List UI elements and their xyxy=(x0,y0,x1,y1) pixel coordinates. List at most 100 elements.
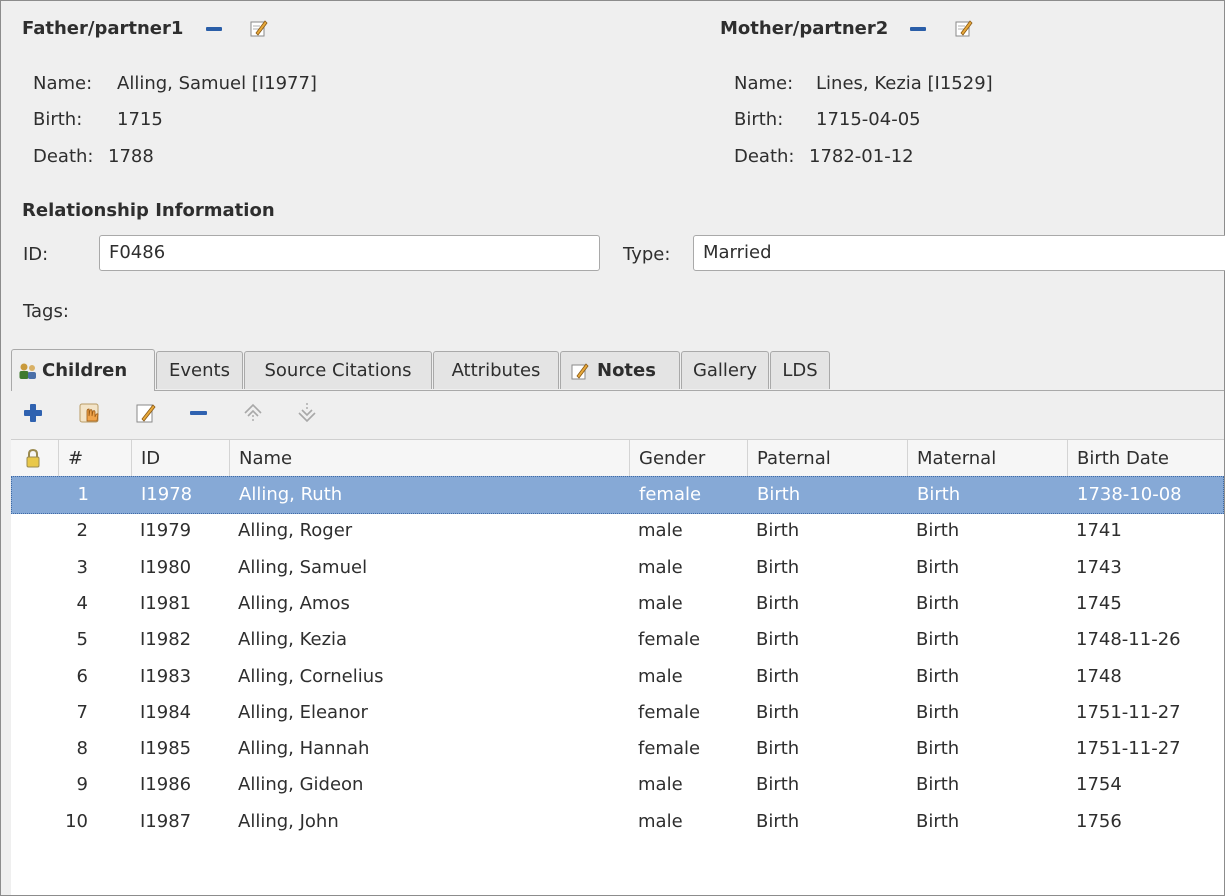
relationship-title: Relationship Information xyxy=(22,200,275,221)
cell-num: 1 xyxy=(77,484,89,505)
cell-maternal: Birth xyxy=(917,484,961,505)
remove-icon[interactable] xyxy=(187,401,211,425)
table-header: # ID Name Gender Paternal Maternal Birth… xyxy=(11,440,1224,477)
tab-children-label: Children xyxy=(42,360,128,381)
cell-birth: 1748 xyxy=(1076,665,1122,687)
edit-icon[interactable] xyxy=(134,401,158,425)
table-row[interactable]: 6 I1983 Alling, Cornelius male Birth Birth 174… xyxy=(11,658,1224,696)
tab-gallery-label: Gallery xyxy=(692,360,758,381)
tab-children[interactable]: Children xyxy=(11,349,155,391)
table-row[interactable]: 5 I1982 Alling, Kezia female Birth Birth 1748-… xyxy=(11,621,1224,659)
cell-maternal: Birth xyxy=(916,520,960,542)
type-field[interactable]: Married xyxy=(693,235,1225,271)
table-row[interactable]: 9 I1986 Alling, Gideon male Birth Birth 1754 xyxy=(11,766,1224,804)
cell-paternal: Birth xyxy=(756,556,800,578)
cell-birth: 1738-10-08 xyxy=(1077,484,1182,505)
cell-name: Alling, Kezia xyxy=(238,629,348,651)
cell-paternal: Birth xyxy=(756,774,800,796)
table-row[interactable]: 10 I1987 Alling, John male Birth Birth 1756 xyxy=(11,803,1224,841)
cell-birth: 1756 xyxy=(1076,810,1122,832)
mother-name-label: Name: xyxy=(734,73,794,94)
share-icon[interactable] xyxy=(78,401,102,425)
cell-gender: male xyxy=(638,810,683,832)
cell-maternal: Birth xyxy=(916,629,960,651)
remove-mother-icon[interactable] xyxy=(910,27,926,31)
tab-gallery[interactable]: Gallery xyxy=(681,351,769,389)
cell-num: 7 xyxy=(76,701,88,723)
column-id[interactable]: ID xyxy=(131,440,229,476)
cell-name: Alling, Amos xyxy=(238,592,350,614)
table-row[interactable]: 8 I1985 Alling, Hannah female Birth Birth 1751… xyxy=(11,730,1224,768)
cell-num: 3 xyxy=(76,556,88,578)
edit-mother-icon[interactable] xyxy=(955,19,973,37)
table-row[interactable]: 4 I1981 Alling, Amos male Birth Birth 1745 xyxy=(11,585,1224,623)
table-row[interactable]: 3 I1980 Alling, Samuel male Birth Birth 1743 xyxy=(11,549,1224,587)
cell-num: 8 xyxy=(76,738,88,760)
cell-maternal: Birth xyxy=(916,774,960,796)
tab-bar: Children Events Source Citations Attribu… xyxy=(11,349,1224,391)
type-label: Type: xyxy=(623,244,671,265)
cell-paternal: Birth xyxy=(756,592,800,614)
column-name[interactable]: Name xyxy=(229,440,629,476)
cell-paternal: Birth xyxy=(756,629,800,651)
cell-name: Alling, Roger xyxy=(238,520,353,542)
father-death-value: 1788 xyxy=(108,146,154,167)
lock-icon[interactable] xyxy=(25,448,41,468)
table-row[interactable]: 7 I1984 Alling, Eleanor female Birth Birth 175… xyxy=(11,694,1224,732)
column-gender[interactable]: Gender xyxy=(629,440,747,476)
tab-attributes[interactable]: Attributes xyxy=(433,351,559,389)
cell-name: Alling, Samuel xyxy=(238,556,368,578)
cell-paternal: Birth xyxy=(756,520,800,542)
column-birth-date[interactable]: Birth Date xyxy=(1067,440,1224,476)
cell-gender: female xyxy=(638,738,701,760)
cell-paternal: Birth xyxy=(756,738,800,760)
father-birth-value: 1715 xyxy=(117,109,163,130)
column-paternal[interactable]: Paternal xyxy=(747,440,907,476)
move-down-icon[interactable] xyxy=(295,401,319,425)
move-up-icon[interactable] xyxy=(241,401,265,425)
cell-birth: 1745 xyxy=(1076,592,1122,614)
tab-lds[interactable]: LDS xyxy=(770,351,830,389)
father-name-value: Alling, Samuel [I1977] xyxy=(117,73,317,94)
cell-birth: 1748-11-26 xyxy=(1076,629,1181,651)
mother-name-value: Lines, Kezia [I1529] xyxy=(816,73,993,94)
cell-gender: male xyxy=(638,556,683,578)
cell-gender: female xyxy=(638,629,701,651)
column-maternal[interactable]: Maternal xyxy=(907,440,1067,476)
id-field[interactable]: F0486 xyxy=(99,235,600,271)
mother-title: Mother/partner2 xyxy=(720,18,889,39)
mother-birth-value: 1715-04-05 xyxy=(816,109,921,130)
cell-maternal: Birth xyxy=(916,556,960,578)
cell-paternal: Birth xyxy=(757,484,801,505)
family-editor: Father/partner1 Name: Alling, Samuel [I1… xyxy=(0,0,1225,896)
edit-father-icon[interactable] xyxy=(250,19,268,37)
cell-gender: female xyxy=(638,701,701,723)
cell-num: 9 xyxy=(76,774,88,796)
remove-father-icon[interactable] xyxy=(206,27,222,31)
cell-num: 4 xyxy=(76,592,88,614)
cell-gender: female xyxy=(639,484,702,505)
column-number[interactable]: # xyxy=(58,440,131,476)
tab-notes[interactable]: Notes xyxy=(560,351,680,389)
tab-events[interactable]: Events xyxy=(156,351,243,389)
cell-paternal: Birth xyxy=(756,810,800,832)
cell-maternal: Birth xyxy=(916,701,960,723)
table-row[interactable]: 2 I1979 Alling, Roger male Birth Birth 1741 xyxy=(11,512,1224,550)
notes-icon xyxy=(571,363,589,380)
cell-id: I1986 xyxy=(140,774,192,796)
cell-id: I1983 xyxy=(140,665,192,687)
tab-source-citations[interactable]: Source Citations xyxy=(244,351,432,389)
cell-name: Alling, Cornelius xyxy=(238,665,384,687)
cell-birth: 1751-11-27 xyxy=(1076,701,1181,723)
add-icon[interactable] xyxy=(21,401,45,425)
cell-num: 2 xyxy=(76,520,88,542)
cell-name: Alling, Ruth xyxy=(239,484,343,505)
cell-gender: male xyxy=(638,592,683,614)
cell-id: I1987 xyxy=(140,810,192,832)
cell-id: I1982 xyxy=(140,629,192,651)
children-table: # ID Name Gender Paternal Maternal Birth… xyxy=(11,439,1224,895)
cell-name: Alling, Gideon xyxy=(238,774,364,796)
father-birth-label: Birth: xyxy=(33,109,83,130)
table-row[interactable]: 1 I1978 Alling, Ruth female Birth Birth 1738-1… xyxy=(11,476,1224,514)
father-name-label: Name: xyxy=(33,73,93,94)
